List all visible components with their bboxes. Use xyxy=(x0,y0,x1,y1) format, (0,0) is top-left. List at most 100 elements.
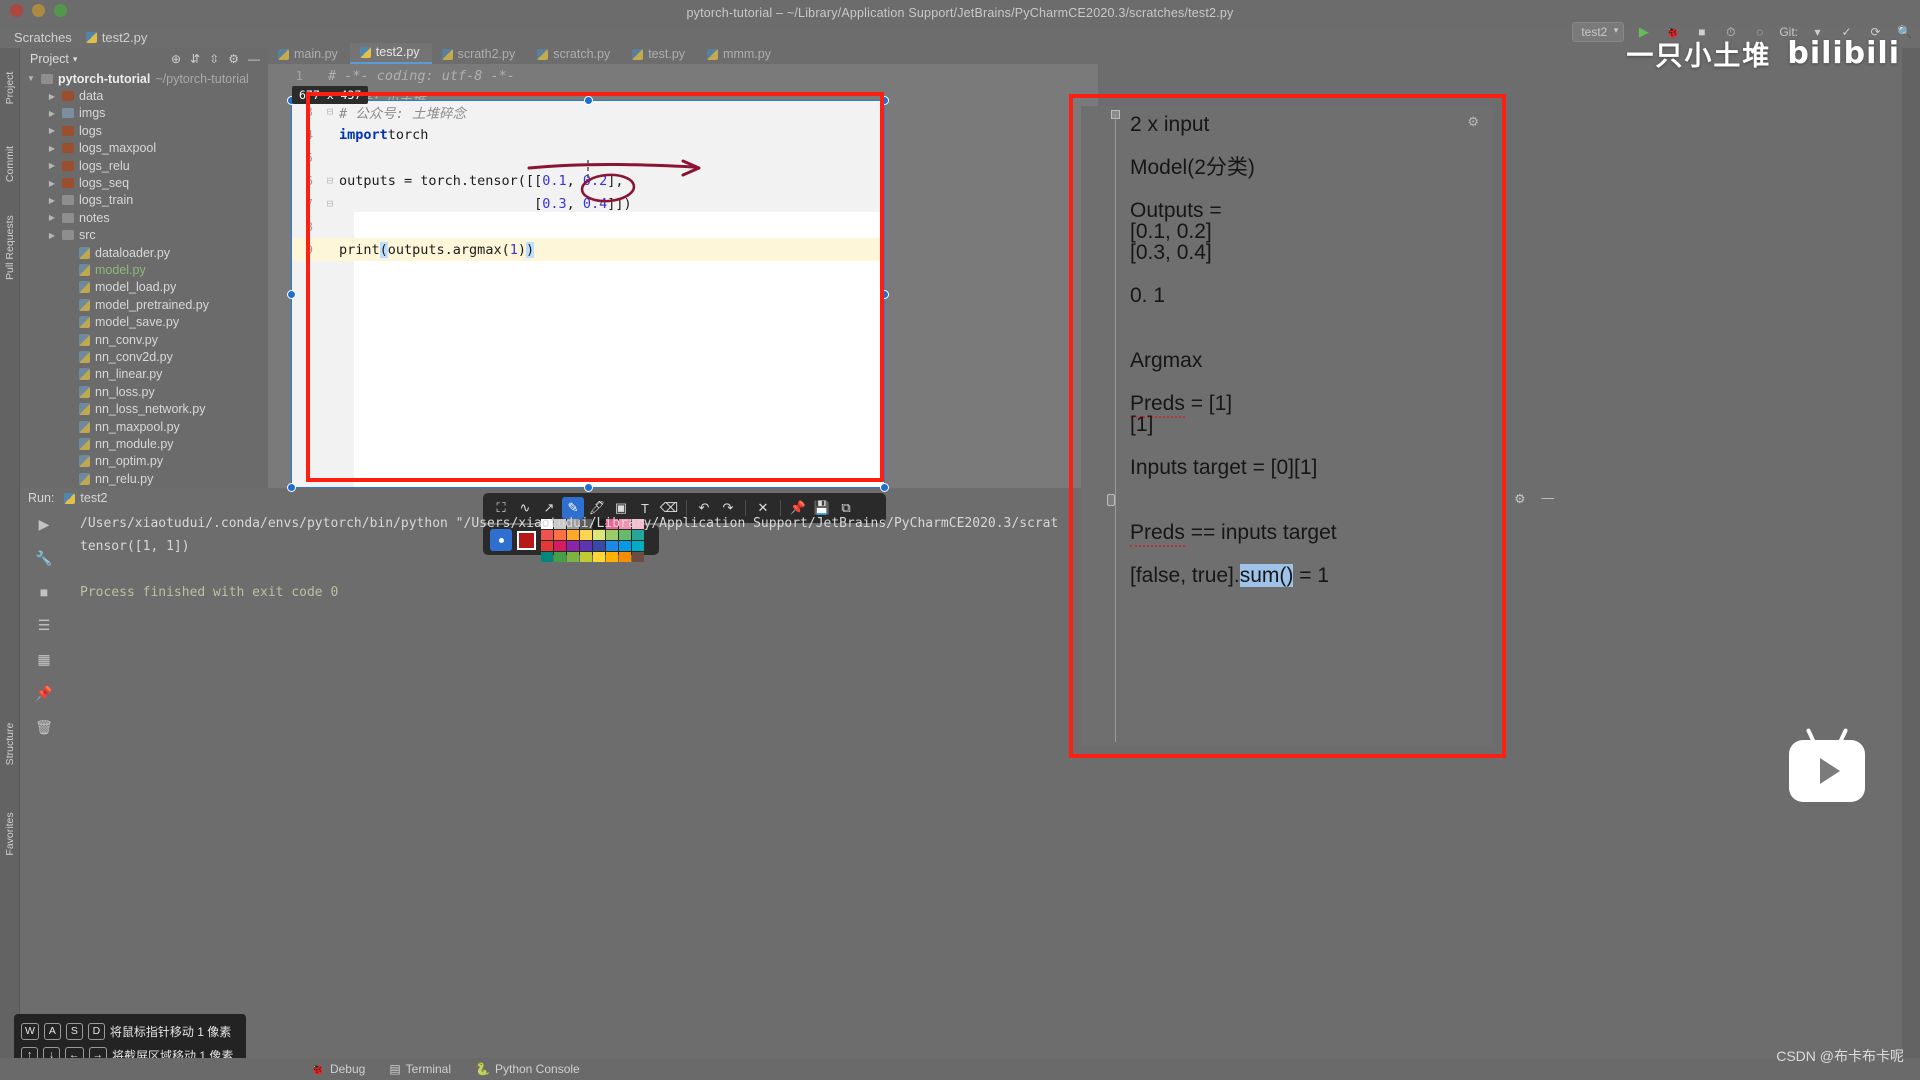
tree-file-model_pretrained[interactable]: model_pretrained.py xyxy=(26,296,268,313)
run-config-tab[interactable]: test2 xyxy=(64,491,108,505)
editor-tab-scratch[interactable]: scratch.py xyxy=(527,45,622,64)
maximize-window-button[interactable] xyxy=(54,4,67,17)
breadcrumb-scratches[interactable]: Scratches xyxy=(14,30,72,45)
tree-file-dataloader[interactable]: dataloader.py xyxy=(26,244,268,261)
editor-tab-label: test.py xyxy=(648,47,686,61)
run-config-name: test2 xyxy=(80,491,108,505)
tree-folder-src[interactable]: ▶ src xyxy=(26,227,268,244)
tree-file-nn_conv2d[interactable]: nn_conv2d.py xyxy=(26,348,268,365)
folder-icon xyxy=(62,108,74,119)
grid-icon[interactable]: ▦ xyxy=(37,651,50,668)
target-icon[interactable]: ⊕ xyxy=(171,52,181,66)
minimize-icon[interactable]: — xyxy=(248,52,260,66)
chevron-right-icon[interactable]: ▶ xyxy=(47,109,57,118)
python-file-icon xyxy=(79,263,90,276)
rerun-icon[interactable]: ▶ xyxy=(39,516,50,533)
tree-file-nn_loss_network[interactable]: nn_loss_network.py xyxy=(26,400,268,417)
gear-icon[interactable]: ⚙ xyxy=(228,52,239,66)
gear-icon[interactable]: ⚙ xyxy=(1514,491,1525,506)
tree-file-label: nn_loss.py xyxy=(95,384,155,399)
selection-box[interactable] xyxy=(291,100,885,488)
editor-tab-test[interactable]: test.py xyxy=(622,45,697,64)
notes-panel[interactable]: ⚙ 2 x input Model(2分类) Outputs = [0.1, 0.2]… xyxy=(1081,106,1493,746)
tree-folder-data[interactable]: ▶ data xyxy=(26,87,268,104)
tree-file-nn_optim[interactable]: nn_optim.py xyxy=(26,453,268,470)
breadcrumb-file[interactable]: test2.py xyxy=(85,29,148,45)
minimize-icon[interactable]: — xyxy=(1542,491,1555,506)
keyboard-hint-text-1: 将鼠标指针移动 1 像素 xyxy=(109,1024,232,1039)
sidebar-tab-project[interactable]: Project xyxy=(4,62,16,114)
tree-file-model_load[interactable]: model_load.py xyxy=(26,279,268,296)
chevron-right-icon[interactable]: ▶ xyxy=(47,179,57,188)
python-file-icon xyxy=(79,316,90,329)
folder-icon xyxy=(62,143,74,154)
terminal-tab[interactable]: ▤ Terminal xyxy=(389,1062,451,1076)
wrench-icon[interactable]: 🔧 xyxy=(35,550,52,567)
collapse-icon[interactable]: ⇵ xyxy=(190,52,200,66)
editor-tab-label: scratch.py xyxy=(553,47,611,61)
tree-folder-imgs[interactable]: ▶ imgs xyxy=(26,105,268,122)
sidebar-tab-structure[interactable]: Structure xyxy=(4,718,16,770)
notes-spacer xyxy=(1130,306,1481,328)
bug-icon: 🐞 xyxy=(310,1062,325,1076)
tree-file-nn_relu[interactable]: nn_relu.py xyxy=(26,470,268,487)
chevron-right-icon[interactable]: ▶ xyxy=(47,92,57,101)
tree-folder-notes[interactable]: ▶ notes xyxy=(26,209,268,226)
expand-icon[interactable]: ⇳ xyxy=(209,52,219,66)
tree-file-nn_module[interactable]: nn_module.py xyxy=(26,435,268,452)
folder-icon xyxy=(62,160,74,171)
editor-tab-main[interactable]: main.py xyxy=(268,45,350,64)
stop-icon[interactable]: ■ xyxy=(40,584,48,600)
notes-line: Model(2分类) xyxy=(1130,156,1255,179)
selection-handle-mr[interactable] xyxy=(880,290,889,299)
debug-tab[interactable]: 🐞 Debug xyxy=(310,1062,365,1076)
breadcrumb-file-label: test2.py xyxy=(101,29,148,45)
chevron-right-icon[interactable]: ▶ xyxy=(47,144,57,153)
close-window-button[interactable] xyxy=(10,4,23,17)
notes-line: Outputs = xyxy=(1130,199,1222,222)
tree-file-nn_linear[interactable]: nn_linear.py xyxy=(26,366,268,383)
minimize-window-button[interactable] xyxy=(32,4,45,17)
run-side-toolbar[interactable]: ▶ 🔧 ■ ☰ ▦ 📌 🗑 xyxy=(20,508,68,838)
python-file-icon xyxy=(79,385,90,398)
sidebar-tab-favorites[interactable]: Favorites xyxy=(4,808,16,860)
tree-file-model_save[interactable]: model_save.py xyxy=(26,313,268,330)
project-dropdown-icon[interactable]: ▾ xyxy=(73,54,78,65)
editor-tab-test2[interactable]: test2.py xyxy=(349,43,432,64)
chevron-down-icon[interactable]: ▼ xyxy=(26,74,36,83)
tree-folder-logs_relu[interactable]: ▶ logs_relu xyxy=(26,157,268,174)
python-file-icon xyxy=(79,368,90,381)
status-bar: 🐞 Debug ▤ Terminal 🐍 Python Console xyxy=(0,1058,1920,1080)
tree-file-nn_conv[interactable]: nn_conv.py xyxy=(26,331,268,348)
tree-folder-logs[interactable]: ▶ logs xyxy=(26,122,268,139)
selection-handle-tc[interactable] xyxy=(584,96,593,105)
sidebar-tab-commit[interactable]: Commit xyxy=(4,138,16,190)
editor-tab-mmm[interactable]: mmm.py xyxy=(697,45,783,64)
tree-file-model[interactable]: model.py xyxy=(26,261,268,278)
tree-file-nn_maxpool[interactable]: nn_maxpool.py xyxy=(26,418,268,435)
pin-icon[interactable]: 📌 xyxy=(35,685,52,702)
run-configuration-selector[interactable]: test2 xyxy=(1572,22,1625,42)
chevron-right-icon[interactable]: ▶ xyxy=(47,213,57,222)
line-text: # -*- coding: utf-8 -*- xyxy=(328,67,515,84)
selection-handle-ml[interactable] xyxy=(287,290,296,299)
python-icon: 🐍 xyxy=(475,1062,490,1076)
selection-handle-tr[interactable] xyxy=(880,96,889,105)
chevron-right-icon[interactable]: ▶ xyxy=(47,231,57,240)
sidebar-tab-pull-requests[interactable]: Pull Requests xyxy=(4,215,16,280)
chevron-right-icon[interactable]: ▶ xyxy=(47,126,57,135)
chevron-right-icon[interactable]: ▶ xyxy=(47,196,57,205)
trash-icon[interactable]: 🗑 xyxy=(35,719,53,736)
list-icon[interactable]: ☰ xyxy=(38,617,51,634)
notes-scroll-handle[interactable] xyxy=(1107,494,1115,506)
chevron-right-icon[interactable]: ▶ xyxy=(47,161,57,170)
python-console-tab[interactable]: 🐍 Python Console xyxy=(475,1062,580,1076)
tree-root-row[interactable]: ▼ pytorch-tutorial ~/pytorch-tutorial xyxy=(26,70,268,87)
bilibili-tv-icon xyxy=(1789,727,1865,802)
window-controls[interactable] xyxy=(10,4,67,17)
tree-file-nn_loss[interactable]: nn_loss.py xyxy=(26,383,268,400)
tree-folder-logs_train[interactable]: ▶ logs_train xyxy=(26,192,268,209)
tree-folder-logs_maxpool[interactable]: ▶ logs_maxpool xyxy=(26,140,268,157)
tree-folder-logs_seq[interactable]: ▶ logs_seq xyxy=(26,174,268,191)
editor-tab-scrath2[interactable]: scrath2.py xyxy=(432,45,528,64)
